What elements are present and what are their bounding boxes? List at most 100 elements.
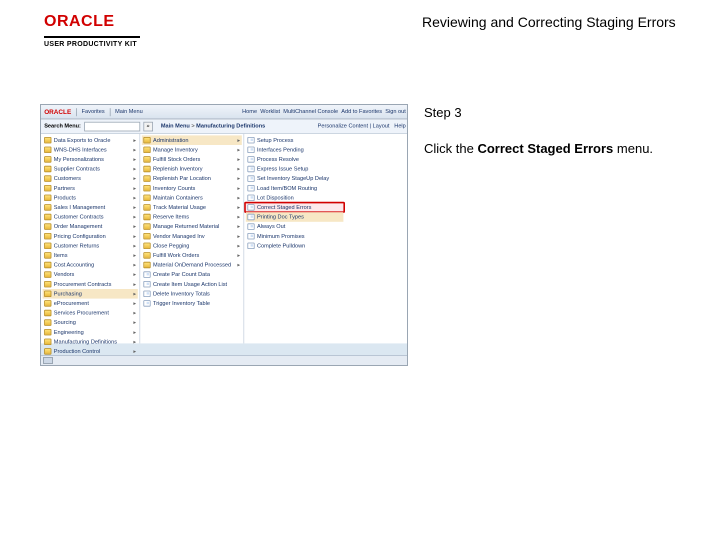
menu-item[interactable]: Products▸ xyxy=(43,193,138,203)
menu-item[interactable]: Fulfill Stock Orders▸ xyxy=(142,155,242,165)
folder-icon xyxy=(44,262,51,268)
menu-item[interactable]: Sales I Management▸ xyxy=(43,203,138,213)
menu-item[interactable]: Vendor Managed Inv▸ xyxy=(142,231,242,241)
search-input[interactable] xyxy=(84,121,140,131)
personalize-link[interactable]: Personalize Content | Layout xyxy=(318,123,390,129)
menu-item[interactable]: Replenish Inventory▸ xyxy=(142,164,242,174)
chevron-right-icon: ▸ xyxy=(133,214,136,220)
menu-item[interactable]: Sourcing▸ xyxy=(43,318,138,328)
menu-item[interactable]: Partners▸ xyxy=(43,183,138,193)
menu-item[interactable]: Track Material Usage▸ xyxy=(142,203,242,213)
folder-icon xyxy=(143,223,150,229)
menu-item[interactable]: Interfaces Pending xyxy=(246,145,344,155)
document-icon xyxy=(247,243,254,249)
menu-item[interactable]: Supplier Contracts▸ xyxy=(43,164,138,174)
menu-item[interactable]: Engineering▸ xyxy=(43,327,138,337)
menu-item[interactable]: Maintain Containers▸ xyxy=(142,193,242,203)
search-go-button[interactable]: » xyxy=(143,121,153,131)
menu-item[interactable]: eProcurement▸ xyxy=(43,299,138,309)
menu-item-label: Purchasing xyxy=(54,291,82,297)
folder-icon xyxy=(143,156,150,162)
menu-item[interactable]: Trigger Inventory Table xyxy=(142,299,242,309)
menu-item[interactable]: Items▸ xyxy=(43,251,138,261)
toolbar-link[interactable]: Sign out xyxy=(385,109,406,115)
menu-item-label: Replenish Inventory xyxy=(153,166,203,172)
menu-item[interactable]: Fulfill Work Orders▸ xyxy=(142,251,242,261)
folder-icon xyxy=(143,166,150,172)
menu-item[interactable]: Correct Staged Errors xyxy=(246,203,344,213)
chevron-right-icon: ▸ xyxy=(237,185,240,191)
help-link[interactable]: Help xyxy=(394,123,406,129)
menu-item[interactable]: My Personalizations▸ xyxy=(43,155,138,165)
horizontal-scrollbar[interactable] xyxy=(41,355,407,365)
menu-item[interactable]: Load Item/BOM Routing xyxy=(246,183,344,193)
menu-item[interactable]: Customer Contracts▸ xyxy=(43,212,138,222)
folder-icon xyxy=(44,329,51,335)
menu-area: Data Exports to Oracle▸WNS-DHS Interface… xyxy=(41,134,408,344)
menu-item[interactable]: Purchasing▸ xyxy=(43,289,138,299)
menu-item[interactable]: Reserve Items▸ xyxy=(142,212,242,222)
chevron-right-icon: ▸ xyxy=(133,243,136,249)
menu-item[interactable]: Set Inventory StageUp Delay xyxy=(246,174,344,184)
menu-item[interactable]: Administration▸ xyxy=(142,135,242,145)
menu-item[interactable]: Material OnDemand Processed▸ xyxy=(142,260,242,270)
folder-icon xyxy=(143,204,150,210)
toolbar-link[interactable]: Main Menu xyxy=(115,109,143,115)
menu-item[interactable]: Replenish Par Location▸ xyxy=(142,174,242,184)
menu-item[interactable]: Services Procurement▸ xyxy=(43,308,138,318)
menu-item[interactable]: Minimum Promises xyxy=(246,231,344,241)
menu-item[interactable]: Inventory Counts▸ xyxy=(142,183,242,193)
folder-icon xyxy=(143,243,150,249)
menu-item[interactable]: Manufacturing Definitions▸ xyxy=(43,337,138,347)
menu-item[interactable]: Complete Pulldown xyxy=(246,241,344,251)
menu-item[interactable]: Customers▸ xyxy=(43,174,138,184)
menu-item[interactable]: WNS-DHS Interfaces▸ xyxy=(43,145,138,155)
chevron-right-icon: ▸ xyxy=(237,223,240,229)
toolbar-link[interactable]: Home xyxy=(242,109,257,115)
breadcrumb-item[interactable]: Main Menu xyxy=(161,123,196,129)
menu-item[interactable]: Manage Returned Material ▸ xyxy=(142,222,242,232)
menu-item[interactable]: Create Item Usage Action List xyxy=(142,279,242,289)
menu-item[interactable]: Manage Inventory▸ xyxy=(142,145,242,155)
folder-icon xyxy=(44,156,51,162)
menu-item[interactable]: Procurement Contracts▸ xyxy=(43,279,138,289)
menu-item[interactable]: Process Resolve xyxy=(246,155,344,165)
folder-icon xyxy=(44,243,51,249)
breadcrumb-item[interactable]: Manufacturing Definitions xyxy=(196,123,265,129)
menu-item[interactable]: Delete Inventory Totals xyxy=(142,289,242,299)
toolbar-link[interactable]: Add to Favorites xyxy=(341,109,382,115)
menu-item[interactable]: Customer Returns▸ xyxy=(43,241,138,251)
chevron-right-icon: ▸ xyxy=(133,233,136,239)
folder-icon xyxy=(143,195,150,201)
menu-item[interactable]: Pricing Configuration▸ xyxy=(43,231,138,241)
menu-item[interactable]: Always Out xyxy=(246,222,344,232)
folder-icon xyxy=(143,252,150,258)
menu-item-label: eProcurement xyxy=(54,301,89,307)
menu-item[interactable]: Cost Accounting▸ xyxy=(43,260,138,270)
chevron-right-icon: ▸ xyxy=(133,223,136,229)
menu-item[interactable]: Data Exports to Oracle▸ xyxy=(43,135,138,145)
menu-item-label: Reserve Items xyxy=(153,214,189,220)
menu-item-label: Manage Returned Material xyxy=(153,224,219,230)
menu-item-label: Manufacturing Definitions xyxy=(54,339,117,345)
toolbar-link[interactable]: MultiChannel Console xyxy=(283,109,338,115)
scrollbar-thumb[interactable] xyxy=(43,357,53,364)
document-icon xyxy=(247,156,254,162)
menu-item[interactable]: Close Pegging▸ xyxy=(142,241,242,251)
step-panel: Step 3 Click the Correct Staged Errors m… xyxy=(424,104,684,157)
menu-item-label: Set Inventory StageUp Delay xyxy=(257,176,329,182)
menu-item[interactable]: Order Management▸ xyxy=(43,222,138,232)
document-icon xyxy=(143,300,150,306)
toolbar-link[interactable]: Favorites xyxy=(82,109,105,115)
menu-item-label: Cost Accounting xyxy=(54,262,94,268)
menu-item[interactable]: Lot Disposition xyxy=(246,193,344,203)
menu-item[interactable]: Printing Doc Types xyxy=(246,212,344,222)
menu-item[interactable]: Vendors▸ xyxy=(43,270,138,280)
chevron-right-icon: ▸ xyxy=(133,348,136,354)
toolbar-link[interactable]: Worklist xyxy=(260,109,280,115)
chevron-right-icon: ▸ xyxy=(133,281,136,287)
menu-item[interactable]: Setup Process xyxy=(246,135,344,145)
menu-item-label: Delete Inventory Totals xyxy=(153,291,210,297)
menu-item[interactable]: Express Issue Setup xyxy=(246,164,344,174)
menu-item[interactable]: Create Par Count Data xyxy=(142,270,242,280)
